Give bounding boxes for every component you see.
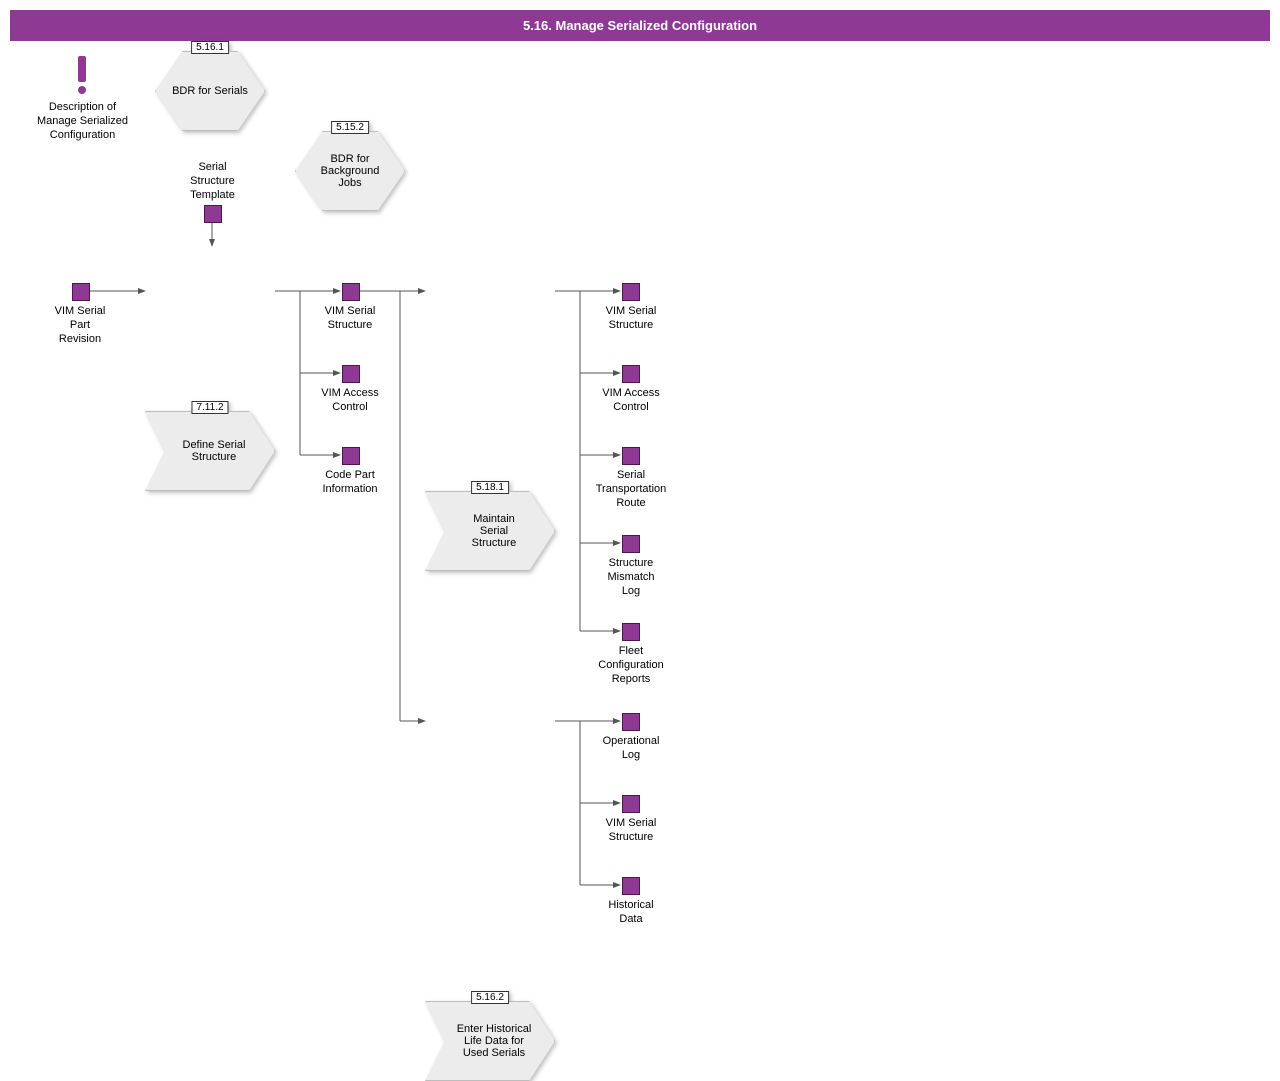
proc-maintain-tag: 5.18.1 (471, 481, 509, 494)
data-mo-2-label: Serial Transportation Route (582, 469, 680, 510)
note-icon[interactable] (78, 56, 86, 94)
data-vim-serial-structure-1-label: VIM Serial Structure (310, 305, 390, 333)
page-title: 5.16. Manage Serialized Configuration (10, 10, 1270, 41)
data-vim-serial-part-rev-label: VIM Serial Part Revision (40, 305, 120, 346)
proc-hist-label: Enter Historical Life Data for Used Seri… (457, 1023, 532, 1059)
proc-define-serial-structure[interactable]: 7.11.2 Define Serial Structure (145, 411, 275, 491)
data-ho-2[interactable] (622, 877, 640, 895)
proc-maintain-serial-structure[interactable]: 5.18.1 Maintain Serial Structure (425, 491, 555, 571)
data-mo-2[interactable] (622, 447, 640, 465)
data-vim-access-control-1-label: VIM Access Control (310, 387, 390, 415)
data-mo-4[interactable] (622, 623, 640, 641)
data-ho-1-label: VIM Serial Structure (585, 817, 677, 845)
data-mo-3[interactable] (622, 535, 640, 553)
data-serial-template-label: Serial Structure Template (170, 161, 255, 202)
data-vim-serial-part-rev[interactable] (72, 283, 90, 301)
data-ho-1[interactable] (622, 795, 640, 813)
data-mo-0-label: VIM Serial Structure (585, 305, 677, 333)
data-ho-0[interactable] (622, 713, 640, 731)
data-ho-0-label: Operational Log (585, 735, 677, 763)
proc-define-label: Define Serial Structure (183, 439, 246, 463)
data-mo-0[interactable] (622, 283, 640, 301)
bdr-bg-tag: 5.15.2 (331, 121, 369, 134)
data-vim-access-control-1[interactable] (342, 365, 360, 383)
data-mo-1[interactable] (622, 365, 640, 383)
data-code-part-info[interactable] (342, 447, 360, 465)
data-mo-4-label: Fleet Configuration Reports (582, 645, 680, 686)
bdr-serials-label: BDR for Serials (172, 85, 248, 97)
proc-define-tag: 7.11.2 (191, 401, 228, 414)
data-vim-serial-structure-1[interactable] (342, 283, 360, 301)
proc-hist-tag: 5.16.2 (471, 991, 509, 1004)
note-label: Description of Manage Serialized Configu… (30, 101, 135, 142)
bdr-background-jobs[interactable]: 5.15.2 BDR for Background Jobs (295, 131, 405, 211)
diagram-canvas: Description of Manage Serialized Configu… (10, 41, 1270, 941)
data-serial-template[interactable] (204, 205, 222, 223)
bdr-serials[interactable]: 5.16.1 BDR for Serials (155, 51, 265, 131)
bdr-serials-tag: 5.16.1 (191, 41, 229, 54)
data-mo-1-label: VIM Access Control (585, 387, 677, 415)
bdr-bg-label: BDR for Background Jobs (321, 153, 380, 189)
data-mo-3-label: Structure Mismatch Log (585, 557, 677, 598)
data-ho-2-label: Historical Data (585, 899, 677, 927)
proc-enter-historical[interactable]: 5.16.2 Enter Historical Life Data for Us… (425, 1001, 555, 1081)
proc-maintain-label: Maintain Serial Structure (472, 513, 517, 549)
data-code-part-info-label: Code Part Information (310, 469, 390, 497)
